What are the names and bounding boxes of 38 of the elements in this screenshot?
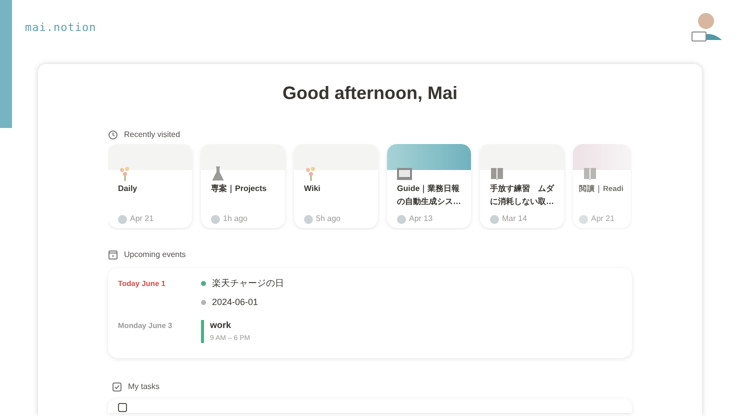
page-card[interactable]: Wiki 5h ago xyxy=(294,144,378,228)
flask-icon xyxy=(211,166,226,182)
edited-date: Apr 13 xyxy=(409,214,433,224)
task-checkbox[interactable] xyxy=(118,403,127,412)
section-label: Recently visited xyxy=(124,130,180,140)
checkbox-icon xyxy=(112,382,122,392)
page-title: 手放す練習 ムダに消耗しない取… xyxy=(490,183,556,208)
section-label: Upcoming events xyxy=(124,250,186,260)
edited-date: Apr 21 xyxy=(130,214,154,224)
avatar-icon xyxy=(118,214,127,224)
picture-icon xyxy=(397,166,412,182)
page-card[interactable]: 手放す練習 ムダに消耗しない取… Mar 14 xyxy=(480,144,564,228)
page-title: Wiki xyxy=(304,183,322,195)
page-card[interactable]: Guide｜業務日報の自動生成シス… Apr 13 xyxy=(387,144,471,228)
edited-date: 5h ago xyxy=(316,214,340,224)
event-title: work xyxy=(210,320,232,331)
page-title: 専案｜Projects xyxy=(211,183,268,196)
avatar-icon xyxy=(490,214,499,224)
page-card[interactable]: Daily Apr 21 xyxy=(108,144,192,228)
avatar-icon xyxy=(304,214,313,224)
edited-date: 1h ago xyxy=(223,214,248,224)
page-title: Guide｜業務日報の自動生成シス… xyxy=(397,183,462,208)
avatar-icon xyxy=(397,214,406,224)
event-title: 楽天チャージの日 xyxy=(212,278,284,289)
avatar-icon xyxy=(579,214,588,224)
section-label: My tasks xyxy=(128,382,160,392)
book-icon xyxy=(583,166,598,182)
calendar-icon xyxy=(108,250,118,260)
event-title: 2024-06-01 xyxy=(212,297,258,308)
page-card[interactable]: 専案｜Projects 1h ago xyxy=(201,144,285,228)
edited-date: Mar 14 xyxy=(502,214,527,224)
book-icon xyxy=(490,166,505,182)
greeting-heading: Good afternoon, Mai xyxy=(282,82,458,104)
page-title: Daily xyxy=(118,183,138,195)
logo-text: mai.notion xyxy=(25,20,96,36)
edited-date: Apr 21 xyxy=(591,214,615,224)
avatar-icon xyxy=(211,214,220,224)
clock-icon xyxy=(108,130,118,140)
